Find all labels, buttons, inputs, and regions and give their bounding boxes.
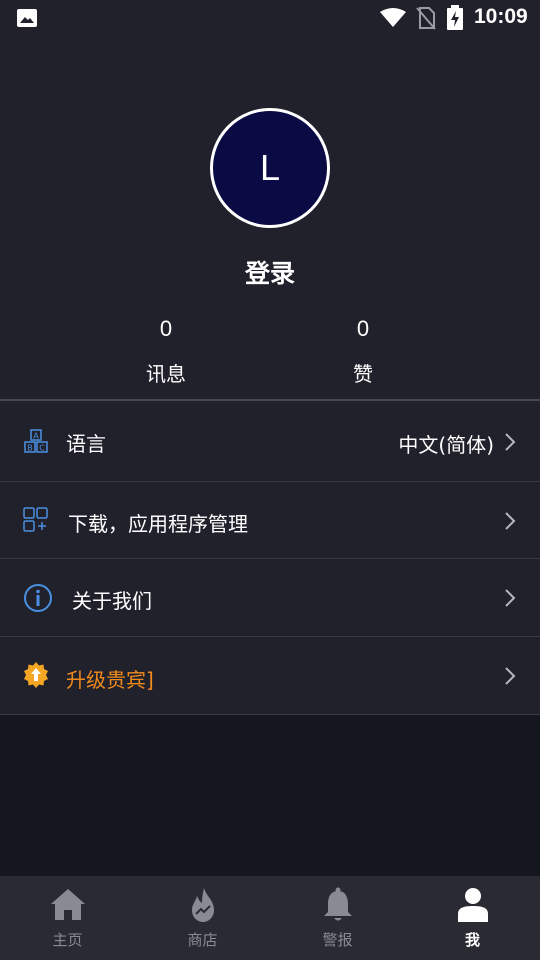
chevron-right-icon <box>505 589 516 607</box>
nav-me[interactable]: 我 <box>405 876 540 960</box>
nav-me-label: 我 <box>464 931 480 949</box>
bottom-nav: 主页 商店 警报 我 <box>0 876 540 960</box>
stat-likes-count: 0 <box>356 316 370 341</box>
person-icon <box>458 888 488 922</box>
menu-item-downloads-label: 下载，应用程序管理 <box>68 512 248 536</box>
no-sim-icon <box>416 7 436 30</box>
svg-text:A: A <box>33 432 39 441</box>
menu-item-vip[interactable]: 升级贵宾] <box>0 637 540 715</box>
avatar-letter: L <box>259 147 281 188</box>
upgrade-badge-icon <box>24 662 48 688</box>
status-time: 10:09 <box>474 5 528 28</box>
login-button[interactable]: 登录 <box>0 254 540 290</box>
menu-item-language[interactable]: A B C 语言 中文(简体) <box>0 401 540 482</box>
nav-home-label: 主页 <box>52 931 83 949</box>
stat-likes[interactable]: 0 赞 <box>303 316 423 387</box>
stat-messages[interactable]: 0 讯息 <box>106 316 226 387</box>
battery-charging-icon <box>447 5 463 30</box>
stat-messages-label: 讯息 <box>146 362 186 386</box>
menu-item-language-label: 语言 <box>66 432 106 456</box>
menu-item-about[interactable]: 关于我们 <box>0 559 540 637</box>
menu-item-downloads[interactable]: 下载，应用程序管理 <box>0 482 540 559</box>
nav-alerts[interactable]: 警报 <box>270 876 405 960</box>
menu-item-language-value: 中文(简体) <box>398 433 494 457</box>
nav-store-label: 商店 <box>187 931 218 949</box>
status-bar: 10:09 <box>0 0 540 36</box>
chevron-right-icon <box>505 433 516 451</box>
chevron-right-icon <box>505 512 516 530</box>
flame-icon <box>192 888 214 922</box>
stat-likes-label: 赞 <box>353 362 373 386</box>
svg-text:B: B <box>27 444 33 453</box>
stat-messages-count: 0 <box>159 316 173 341</box>
svg-text:C: C <box>39 444 45 453</box>
image-icon <box>17 9 37 27</box>
wifi-icon <box>380 8 406 27</box>
chevron-right-icon <box>505 667 516 685</box>
abc-blocks-icon: A B C <box>24 429 48 453</box>
home-icon <box>51 889 85 920</box>
info-icon <box>24 584 52 612</box>
nav-store[interactable]: 商店 <box>135 876 270 960</box>
nav-home[interactable]: 主页 <box>0 876 135 960</box>
nav-alerts-label: 警报 <box>322 931 353 949</box>
bell-icon <box>324 887 352 921</box>
menu-item-vip-label: 升级贵宾] <box>66 668 154 692</box>
avatar[interactable]: L <box>210 108 330 228</box>
menu-item-about-label: 关于我们 <box>72 589 152 613</box>
apps-grid-icon <box>23 507 48 532</box>
